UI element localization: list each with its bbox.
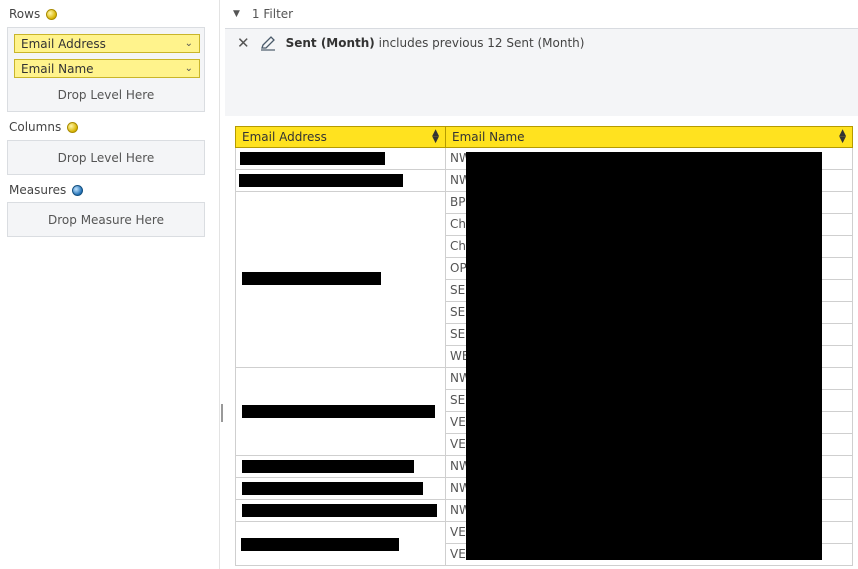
rows-section-label: Rows	[9, 7, 58, 21]
columns-indicator-icon	[67, 121, 79, 133]
filter-text: Sent (Month) includes previous 12 Sent (…	[286, 36, 585, 50]
collapse-triangle-icon[interactable]: ▼	[233, 9, 240, 19]
redaction-block	[242, 405, 435, 418]
measures-label: Measures	[9, 183, 67, 197]
rows-indicator-icon	[46, 8, 58, 20]
columns-drop-zone[interactable]: Drop Level Here	[7, 140, 205, 175]
filter-field: Sent (Month)	[285, 36, 375, 50]
pill-label: Email Address	[21, 36, 106, 51]
redaction-block	[240, 152, 385, 165]
redaction-block	[239, 174, 403, 187]
redaction-block	[242, 272, 381, 285]
columns-label: Columns	[9, 120, 62, 134]
filter-description: includes previous 12 Sent (Month)	[378, 36, 585, 50]
chevron-down-icon[interactable]: ⌄	[185, 63, 193, 74]
measures-drop-hint: Drop Measure Here	[48, 213, 164, 227]
header-label: Email Name	[452, 130, 525, 144]
measures-indicator-icon	[72, 184, 84, 196]
redaction-block	[466, 152, 822, 560]
panel-splitter-handle[interactable]	[221, 404, 223, 422]
address-cell[interactable]	[235, 522, 445, 566]
filter-panel: ▼ 1 Filter ✕ Sent (Month) includes previ…	[225, 0, 858, 116]
header-label: Email Address	[242, 130, 327, 144]
rows-pill-email-address[interactable]: Email Address ⌄	[14, 34, 200, 53]
redaction-block	[241, 538, 399, 551]
remove-x-icon[interactable]: ✕	[237, 34, 250, 52]
columns-section-label: Columns	[9, 120, 79, 134]
address-cell[interactable]	[235, 368, 445, 456]
redaction-block	[242, 482, 423, 495]
measures-drop-zone[interactable]: Drop Measure Here	[7, 202, 205, 237]
edit-pencil-icon[interactable]	[260, 35, 276, 51]
redaction-block	[242, 460, 414, 473]
filter-count-label: 1 Filter	[251, 7, 294, 21]
rows-pill-email-name[interactable]: Email Name ⌄	[14, 59, 200, 78]
address-cell[interactable]	[235, 478, 445, 500]
measures-section-label: Measures	[9, 183, 84, 197]
address-cell[interactable]	[235, 148, 445, 170]
rows-drop-hint: Drop Level Here	[57, 88, 155, 102]
rows-drop-zone[interactable]: Email Address ⌄ Email Name ⌄ Drop Level …	[7, 27, 205, 112]
address-cell[interactable]	[235, 456, 445, 478]
rows-label: Rows	[9, 7, 41, 21]
grid-header: Email Address ▲ ▼ Email Name ▲ ▼	[235, 126, 853, 148]
column-header-email-address[interactable]: Email Address ▲ ▼	[236, 127, 446, 147]
filter-header[interactable]: ▼ 1 Filter	[225, 0, 858, 29]
address-cell[interactable]	[235, 192, 445, 368]
column-header-email-name[interactable]: Email Name ▲ ▼	[446, 127, 852, 147]
sort-icon[interactable]: ▲ ▼	[839, 129, 846, 145]
field-panel: Rows Email Address ⌄ Email Name ⌄ Drop L…	[0, 0, 220, 569]
filter-row: ✕ Sent (Month) includes previous 12 Sent…	[237, 34, 584, 52]
address-cell[interactable]	[235, 500, 445, 522]
redaction-block	[242, 504, 437, 517]
pill-label: Email Name	[21, 61, 94, 76]
sort-icon[interactable]: ▲ ▼	[432, 129, 439, 145]
address-cell[interactable]	[235, 170, 445, 192]
columns-drop-hint: Drop Level Here	[57, 151, 155, 165]
chevron-down-icon[interactable]: ⌄	[185, 38, 193, 49]
